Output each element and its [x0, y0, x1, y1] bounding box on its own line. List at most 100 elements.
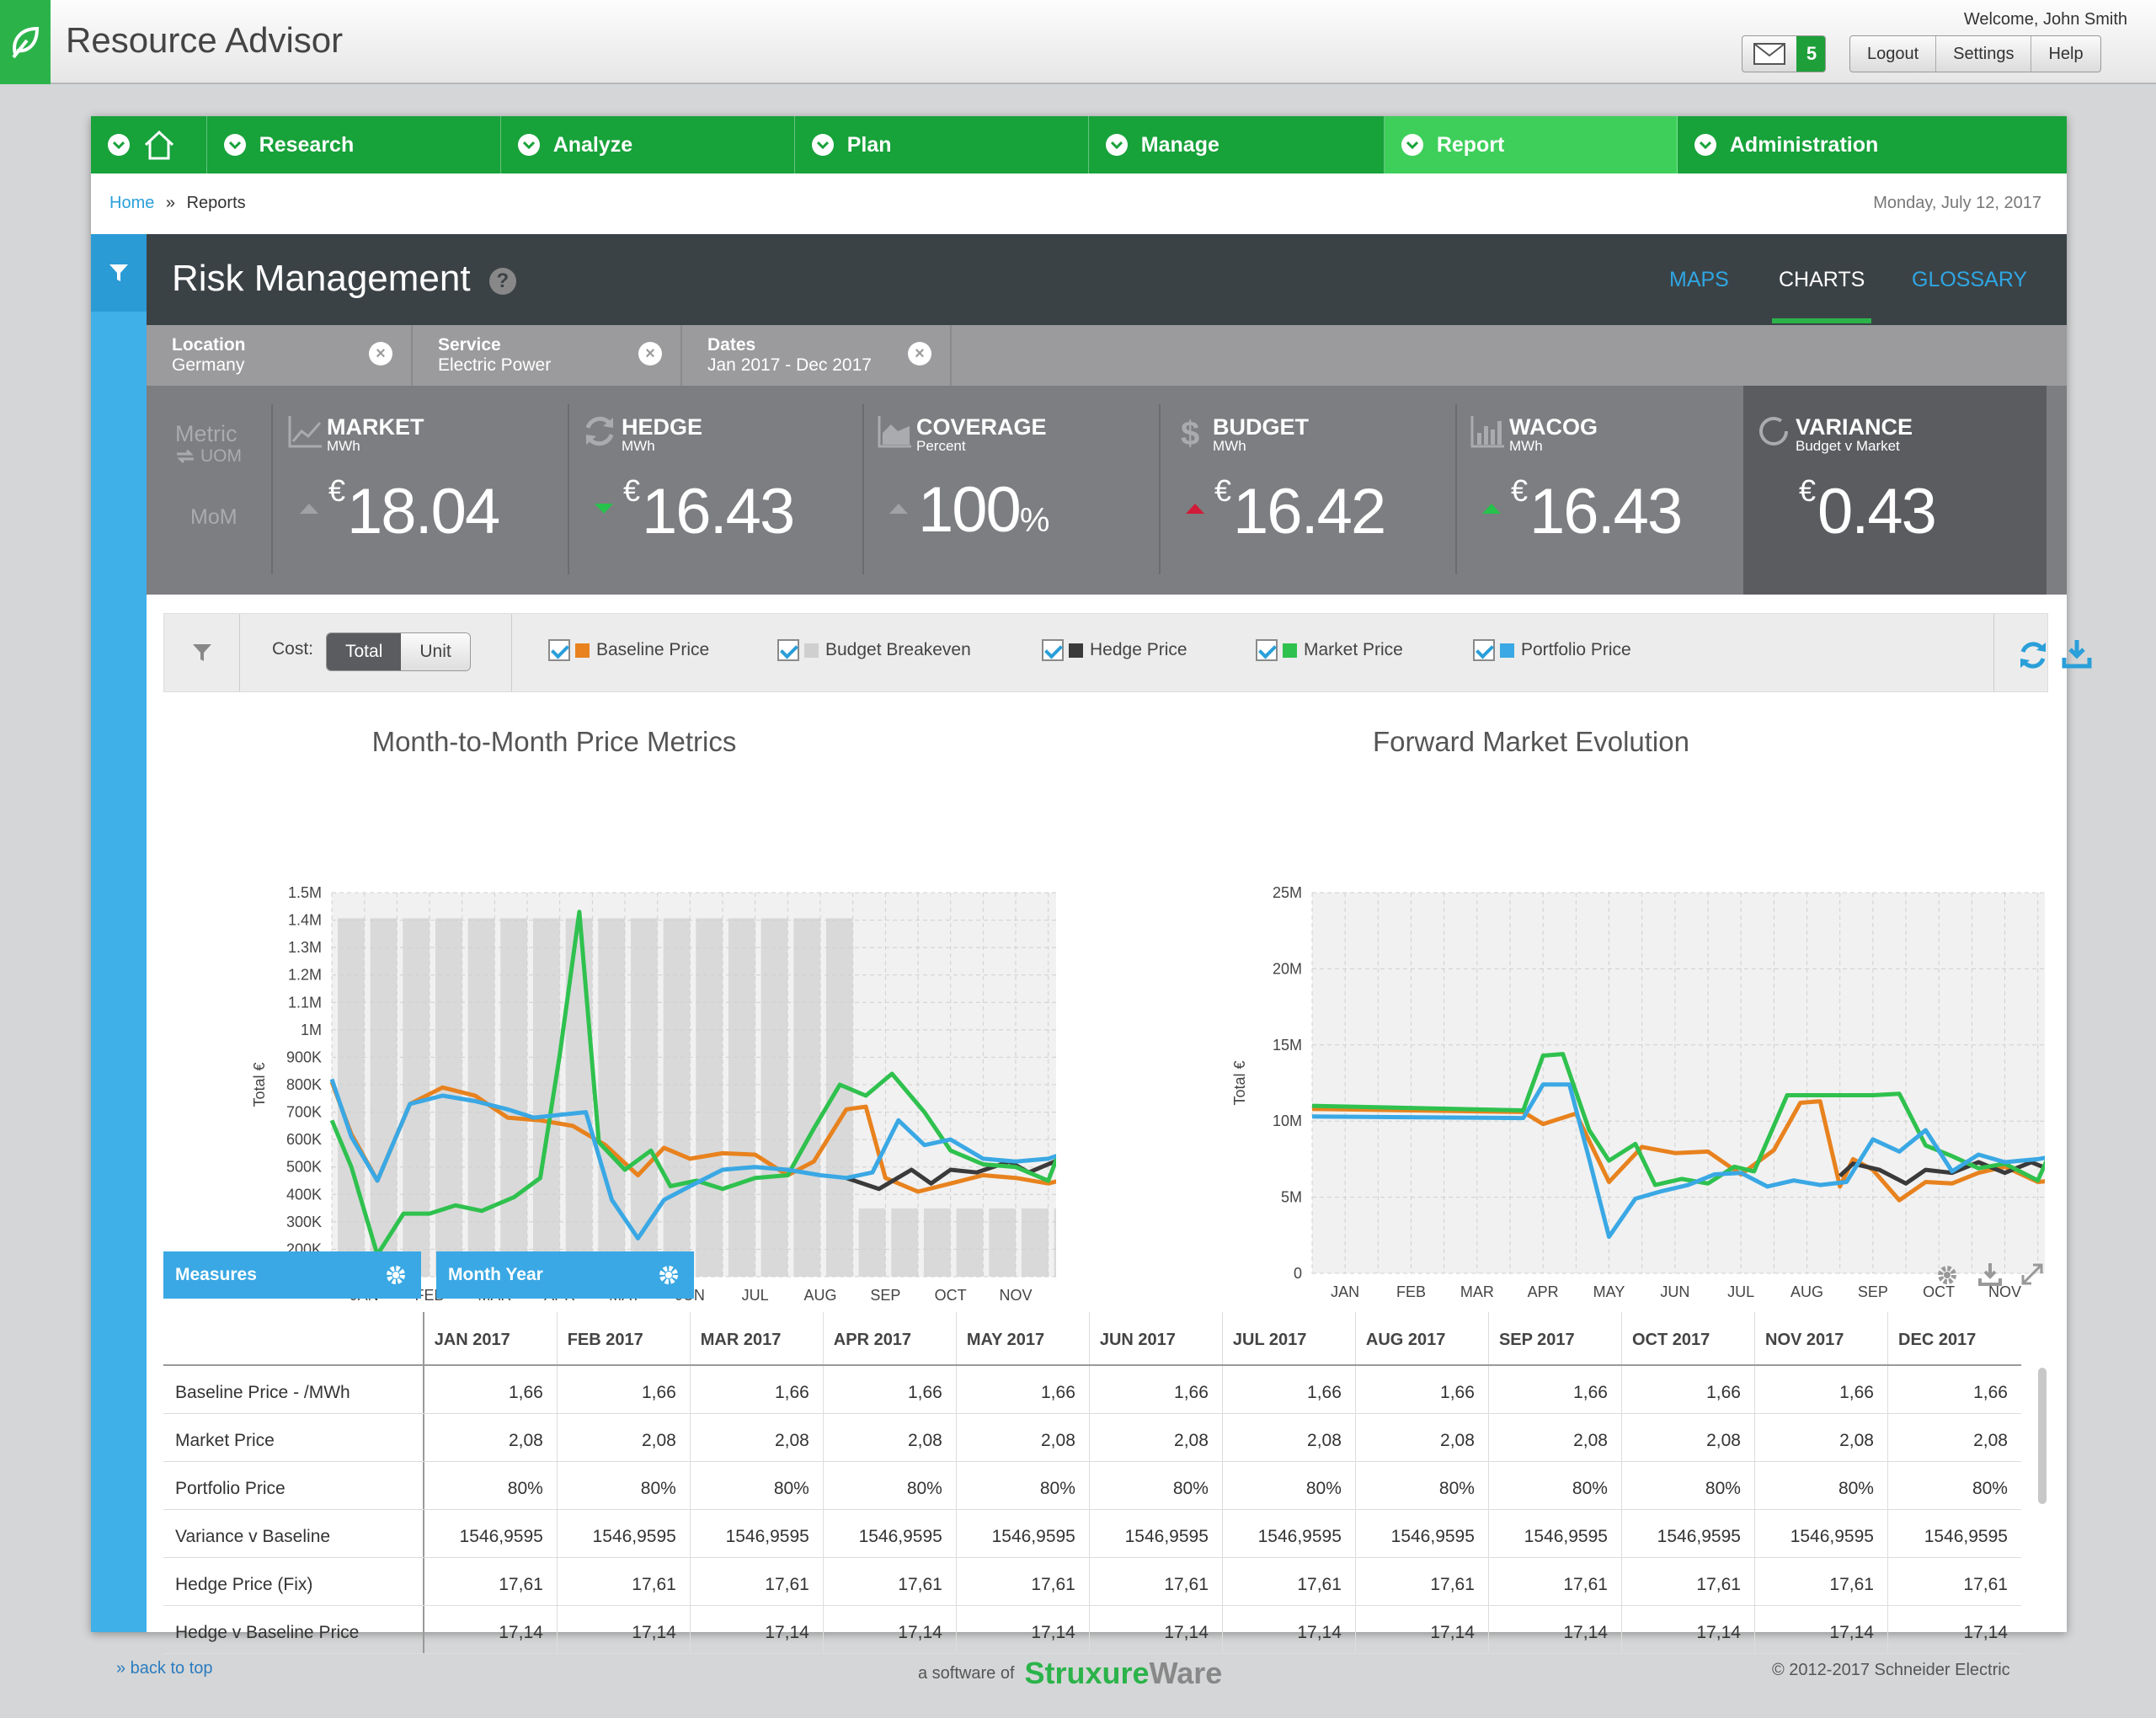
y-tick-label: 400K [286, 1186, 322, 1203]
cost-total-option[interactable]: Total [327, 633, 402, 670]
trend-up-icon [1482, 504, 1501, 514]
y-tick-label: 1.1M [288, 994, 322, 1011]
table-cell: 1,66 [1973, 1383, 2008, 1402]
kpi-market[interactable]: MARKET MWh €18.04 [275, 404, 569, 574]
kpi-variance[interactable]: VARIANCE Budget v Market €0.43 [1743, 386, 2047, 595]
month-to-month-chart: 100K200K300K400K500K600K700K800K900K1M1.… [251, 884, 1056, 1304]
remove-filter-icon[interactable]: × [908, 342, 931, 365]
checkbox-checked[interactable] [548, 639, 570, 661]
legend-market-price[interactable]: Market Price [1256, 639, 1403, 661]
leaf-logo-icon[interactable] [0, 0, 51, 84]
table-cell: 1,66 [957, 1366, 1090, 1413]
help-button[interactable]: Help [2031, 36, 2100, 72]
checkbox-checked[interactable] [1256, 639, 1278, 661]
nav-manage[interactable]: Manage [1089, 116, 1385, 173]
measures-pill[interactable]: Measures [163, 1251, 421, 1299]
kpi-coverage[interactable]: COVERAGE Percent 100% [864, 404, 1161, 574]
kpi-number: 16.42 [1233, 476, 1386, 547]
uom-label: UOM [200, 446, 242, 466]
column-header[interactable]: MAY 2017 [957, 1312, 1090, 1364]
nav-administration[interactable]: Administration [1678, 116, 2067, 173]
kpi-wacog[interactable]: WACOG MWh €16.43 [1457, 404, 1743, 574]
table-cell: 17,61 [1963, 1575, 2008, 1594]
column-header[interactable]: DEC 2017 [1888, 1312, 2021, 1364]
nav-analyze[interactable]: Analyze [501, 116, 795, 173]
column-header[interactable]: JUN 2017 [1090, 1312, 1223, 1364]
table-cell: 17,14 [1223, 1606, 1356, 1653]
column-header[interactable]: FEB 2017 [558, 1312, 691, 1364]
page-title: Risk Management ? [172, 258, 516, 300]
tab-glossary[interactable]: GLOSSARY [1912, 268, 2027, 292]
checkbox-checked[interactable] [1473, 639, 1495, 661]
column-header[interactable]: AUG 2017 [1356, 1312, 1489, 1364]
column-header[interactable]: JUL 2017 [1223, 1312, 1356, 1364]
y-tick-label: 10M [1273, 1112, 1302, 1129]
breadcrumb-home-link[interactable]: Home [109, 194, 154, 212]
area-chart-icon [878, 416, 911, 448]
table-cell: 17,61 [824, 1558, 957, 1605]
remove-filter-icon[interactable]: × [369, 342, 392, 365]
table-cell: 1546,9595 [1924, 1527, 2008, 1546]
column-header[interactable]: OCT 2017 [1622, 1312, 1755, 1364]
funnel-icon [192, 644, 211, 661]
month-year-pill[interactable]: Month Year [436, 1251, 694, 1299]
legend-baseline-price[interactable]: Baseline Price [548, 639, 709, 661]
pill-label: Measures [175, 1265, 257, 1284]
table-cell: 80% [424, 1462, 558, 1509]
table-cell: 1546,9595 [1356, 1510, 1489, 1557]
nav-plan[interactable]: Plan [795, 116, 1089, 173]
remove-filter-icon[interactable]: × [638, 342, 662, 365]
table-cell: 1546,9595 [824, 1510, 957, 1557]
kpi-budget[interactable]: $ BUDGET MWh €16.42 [1161, 404, 1457, 574]
column-header[interactable]: NOV 2017 [1755, 1312, 1889, 1364]
chart-filter-button[interactable] [164, 614, 240, 691]
breadcrumb-current: Reports [186, 194, 246, 212]
legend-budget-breakeven[interactable]: Budget Breakeven [777, 639, 971, 661]
gear-icon[interactable] [1935, 1263, 1959, 1287]
table-scrollbar[interactable] [2038, 1368, 2047, 1504]
table-cell: 17,61 [1223, 1558, 1356, 1605]
budget-breakeven-bar [663, 918, 691, 1277]
expand-icon[interactable] [2020, 1262, 2045, 1287]
help-icon[interactable]: ? [488, 268, 516, 295]
tab-charts[interactable]: CHARTS [1779, 268, 1865, 292]
nav-research[interactable]: Research [207, 116, 501, 173]
refresh-icon[interactable] [2017, 639, 2049, 671]
column-header[interactable]: JAN 2017 [424, 1312, 558, 1364]
y-tick-label: 1.5M [288, 884, 322, 901]
tab-maps[interactable]: MAPS [1669, 268, 1729, 292]
legend-hedge-price[interactable]: Hedge Price [1042, 639, 1187, 661]
budget-breakeven-bar [728, 918, 755, 1277]
row-label: Market Price [163, 1414, 424, 1461]
metric-legend: Metric UOM MoM [147, 404, 273, 574]
uom-toggle[interactable]: UOM [175, 446, 242, 467]
gear-icon[interactable] [384, 1263, 408, 1287]
nav-report[interactable]: Report [1384, 116, 1678, 173]
column-header[interactable]: MAR 2017 [691, 1312, 824, 1364]
table-cell: 17,61 [1755, 1558, 1888, 1605]
filter-chips: Location Germany × Service Electric Powe… [147, 325, 2067, 386]
messages-button[interactable]: 5 [1742, 35, 1826, 72]
back-to-top-link[interactable]: » back to top [116, 1659, 213, 1678]
divider [1993, 614, 1994, 691]
checkbox-checked[interactable] [777, 639, 799, 661]
filter-toggle[interactable] [91, 234, 147, 312]
legend-portfolio-price[interactable]: Portfolio Price [1473, 639, 1631, 661]
table-row: Portfolio Price 80% 80% 80% 80% 80% 80% 80% 80% 8… [163, 1462, 2021, 1510]
kpi-unit: Percent [916, 438, 966, 454]
legend-label: Market Price [1304, 640, 1403, 659]
cost-unit-option[interactable]: Unit [401, 633, 470, 670]
kpi-hedge[interactable]: HEDGE MWh €16.43 [569, 404, 864, 574]
nav-home[interactable] [91, 116, 207, 173]
settings-button[interactable]: Settings [1936, 36, 2032, 72]
download-icon[interactable] [2061, 638, 2093, 670]
download-icon[interactable] [1977, 1262, 2003, 1287]
column-header[interactable]: APR 2017 [824, 1312, 957, 1364]
gear-icon[interactable] [657, 1263, 680, 1287]
y-axis-label: Total € [251, 1062, 268, 1107]
column-header[interactable]: SEP 2017 [1489, 1312, 1622, 1364]
budget-breakeven-bar [760, 918, 788, 1277]
page-title-text: Risk Management [172, 258, 471, 299]
checkbox-checked[interactable] [1042, 639, 1064, 661]
logout-button[interactable]: Logout [1850, 36, 1937, 72]
